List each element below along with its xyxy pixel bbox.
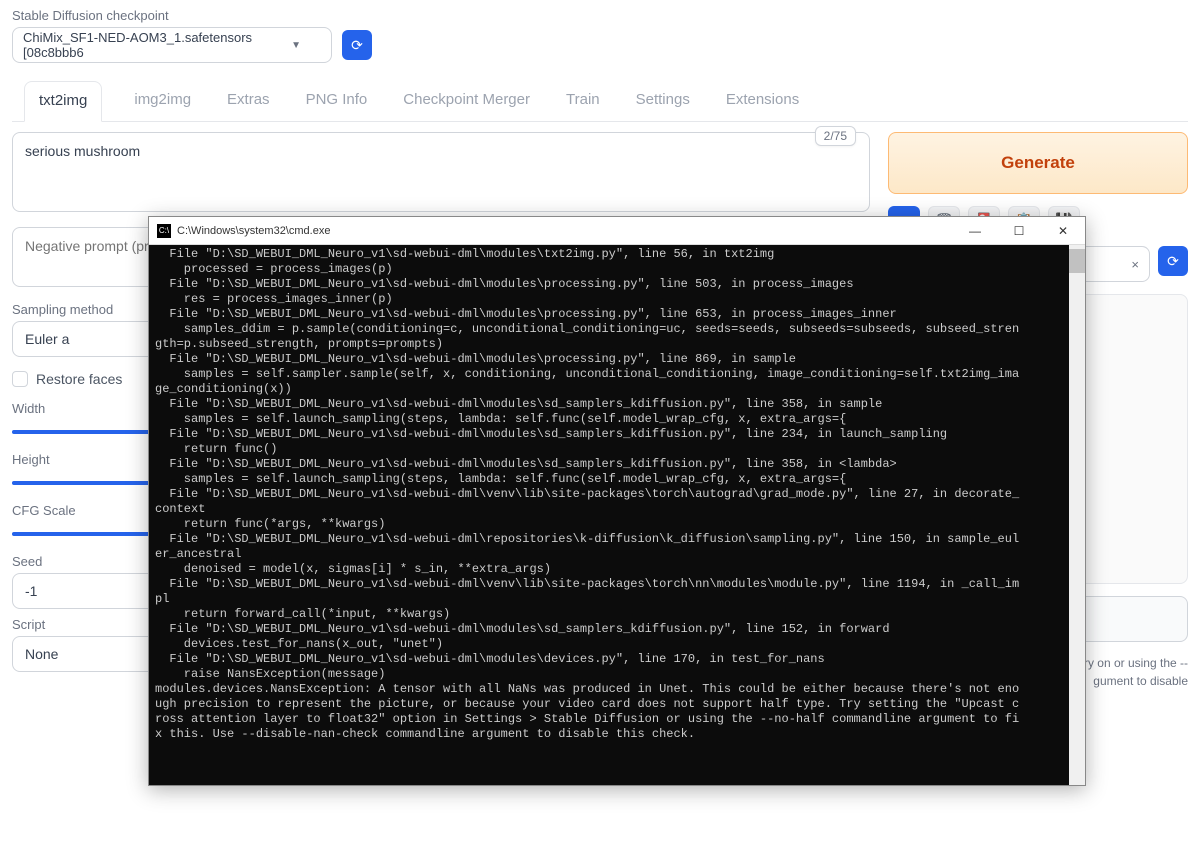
tab-img2img[interactable]: img2img: [130, 81, 195, 121]
refresh-icon: ⟳: [1167, 253, 1179, 270]
close-button[interactable]: ✕: [1041, 217, 1085, 245]
restore-faces-label: Restore faces: [36, 371, 122, 387]
tab-extensions[interactable]: Extensions: [722, 81, 803, 121]
checkpoint-value: ChiMix_SF1-NED-AOM3_1.safetensors [08c8b…: [23, 30, 291, 60]
main-tabs: txt2img img2img Extras PNG Info Checkpoi…: [12, 81, 1188, 122]
cmd-icon: C:\: [157, 224, 171, 238]
refresh-checkpoint-button[interactable]: ⟳: [342, 30, 372, 60]
tab-settings[interactable]: Settings: [632, 81, 694, 121]
prompt-input[interactable]: serious mushroom: [12, 132, 870, 212]
tab-checkpoint-merger[interactable]: Checkpoint Merger: [399, 81, 534, 121]
tab-txt2img[interactable]: txt2img: [24, 81, 102, 122]
cmd-output[interactable]: File "D:\SD_WEBUI_DML_Neuro_v1\sd-webui-…: [149, 245, 1085, 785]
checkpoint-select[interactable]: ChiMix_SF1-NED-AOM3_1.safetensors [08c8b…: [12, 27, 332, 63]
maximize-button[interactable]: ☐: [997, 217, 1041, 245]
chevron-down-icon: ▼: [291, 40, 301, 51]
cmd-title-text: C:\Windows\system32\cmd.exe: [177, 225, 330, 237]
prompt-token-counter: 2/75: [815, 126, 856, 146]
tab-pnginfo[interactable]: PNG Info: [302, 81, 372, 121]
tab-extras[interactable]: Extras: [223, 81, 274, 121]
refresh-styles-button[interactable]: ⟳: [1158, 246, 1188, 276]
style-clear[interactable]: ×: [1131, 257, 1139, 272]
cmd-titlebar[interactable]: C:\ C:\Windows\system32\cmd.exe — ☐ ✕: [149, 217, 1085, 245]
minimize-button[interactable]: —: [953, 217, 997, 245]
refresh-icon: ⟳: [351, 37, 363, 54]
generate-button[interactable]: Generate: [888, 132, 1188, 194]
tab-train[interactable]: Train: [562, 81, 604, 121]
cmd-window: C:\ C:\Windows\system32\cmd.exe — ☐ ✕ Fi…: [148, 216, 1086, 786]
restore-faces-checkbox[interactable]: [12, 371, 28, 387]
checkpoint-label: Stable Diffusion checkpoint: [12, 8, 1188, 23]
